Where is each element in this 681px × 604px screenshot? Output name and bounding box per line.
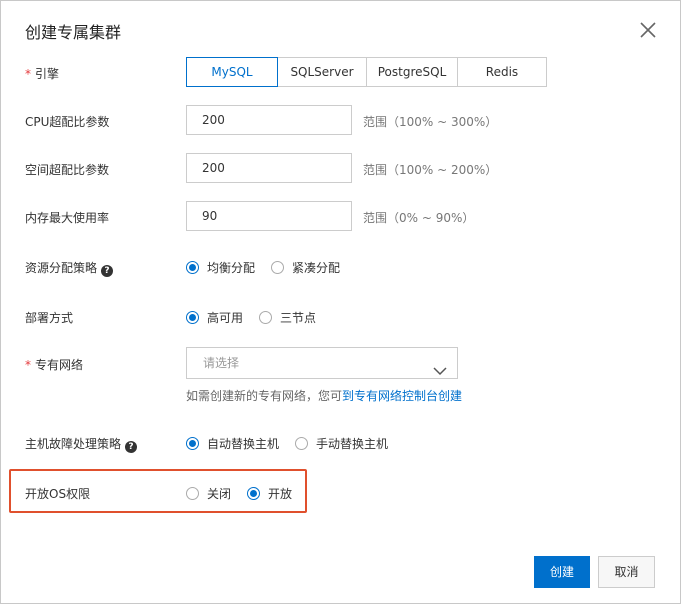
cpu-oversell-input[interactable]: 200 [186, 105, 352, 135]
cancel-button[interactable]: 取消 [598, 556, 655, 588]
failover-radio-group: 自动替换主机 手动替换主机 [186, 435, 404, 452]
vpc-placeholder: 请选择 [203, 356, 240, 370]
memory-range-text: 范围（0% ~ 90%） [363, 211, 475, 225]
vpc-hint-text: 如需创建新的专有网络，您可 [186, 389, 343, 403]
space-oversell-input[interactable]: 200 [186, 153, 352, 183]
radio-label: 开放 [268, 487, 293, 501]
close-icon[interactable] [637, 19, 659, 41]
radio-label: 自动替换主机 [207, 437, 280, 451]
required-mark: * [25, 358, 31, 372]
radio-label: 三节点 [280, 311, 317, 325]
create-cluster-dialog: 创建专属集群 * 引擎 MySQL SQLServer PostgreSQL Re… [0, 0, 681, 604]
create-button[interactable]: 创建 [534, 556, 590, 588]
vpc-select[interactable]: 请选择 [186, 347, 458, 379]
memory-usage-input[interactable]: 90 [186, 201, 352, 231]
dialog-title: 创建专属集群 [25, 23, 122, 42]
radio-unchecked[interactable] [259, 311, 273, 324]
radio-checked[interactable] [186, 437, 199, 450]
engine-option-postgresql[interactable]: PostgreSQL [366, 57, 458, 87]
vpc-console-link[interactable]: 到专有网络控制台创建 [342, 389, 462, 403]
failover-option-auto[interactable]: 自动替换主机 [186, 435, 279, 452]
os-permission-option-on[interactable]: 开放 [247, 485, 292, 502]
memory-label: 内存最大使用率 [25, 211, 110, 225]
radio-label: 紧凑分配 [292, 261, 341, 275]
os-permission-label: 开放OS权限 [25, 487, 91, 501]
failover-option-manual[interactable]: 手动替换主机 [295, 435, 388, 452]
chevron-down-icon [433, 357, 447, 387]
radio-unchecked[interactable] [271, 261, 285, 274]
radio-checked[interactable] [186, 311, 199, 324]
cpu-label: CPU超配比参数 [25, 115, 110, 129]
engine-option-redis[interactable]: Redis [457, 57, 547, 87]
failover-label: 主机故障处理策略 [25, 437, 122, 451]
engine-selector: MySQL SQLServer PostgreSQL Redis [186, 57, 547, 87]
radio-label: 均衡分配 [207, 261, 256, 275]
vpc-label-row: * 专有网络 [25, 356, 83, 373]
engine-option-sqlserver[interactable]: SQLServer [277, 57, 367, 87]
space-range-text: 范围（100% ~ 200%） [363, 163, 498, 177]
radio-unchecked[interactable] [186, 487, 199, 500]
radio-unchecked[interactable] [295, 437, 309, 450]
deploy-radio-group: 高可用 三节点 [186, 309, 332, 326]
failover-label-row: 主机故障处理策略? [25, 435, 138, 453]
radio-label: 关闭 [207, 487, 232, 501]
os-permission-option-off[interactable]: 关闭 [186, 485, 231, 502]
radio-checked[interactable] [186, 261, 199, 274]
vpc-label: 专有网络 [35, 358, 84, 372]
deploy-option-three-node[interactable]: 三节点 [259, 309, 316, 326]
deploy-label: 部署方式 [25, 311, 74, 325]
allocation-radio-group: 均衡分配 紧凑分配 [186, 259, 356, 276]
question-circle-icon[interactable]: ? [101, 265, 114, 277]
allocation-option-compact[interactable]: 紧凑分配 [271, 259, 340, 276]
engine-label: 引擎 [35, 67, 60, 81]
radio-checked[interactable] [247, 487, 261, 500]
radio-label: 高可用 [207, 311, 244, 325]
os-permission-radio-group: 关闭 开放 [186, 485, 308, 502]
cpu-range-text: 范围（100% ~ 300%） [363, 115, 498, 129]
radio-label: 手动替换主机 [316, 437, 389, 451]
vpc-hint: 如需创建新的专有网络，您可到专有网络控制台创建 [186, 387, 462, 404]
allocation-option-balanced[interactable]: 均衡分配 [186, 259, 255, 276]
question-circle-icon[interactable]: ? [125, 441, 138, 453]
required-mark: * [25, 67, 31, 81]
space-label: 空间超配比参数 [25, 163, 110, 177]
engine-label-row: * 引擎 [25, 65, 59, 82]
allocation-label: 资源分配策略 [25, 261, 98, 275]
allocation-label-row: 资源分配策略? [25, 259, 114, 277]
deploy-option-ha[interactable]: 高可用 [186, 309, 243, 326]
engine-option-mysql[interactable]: MySQL [186, 57, 278, 87]
